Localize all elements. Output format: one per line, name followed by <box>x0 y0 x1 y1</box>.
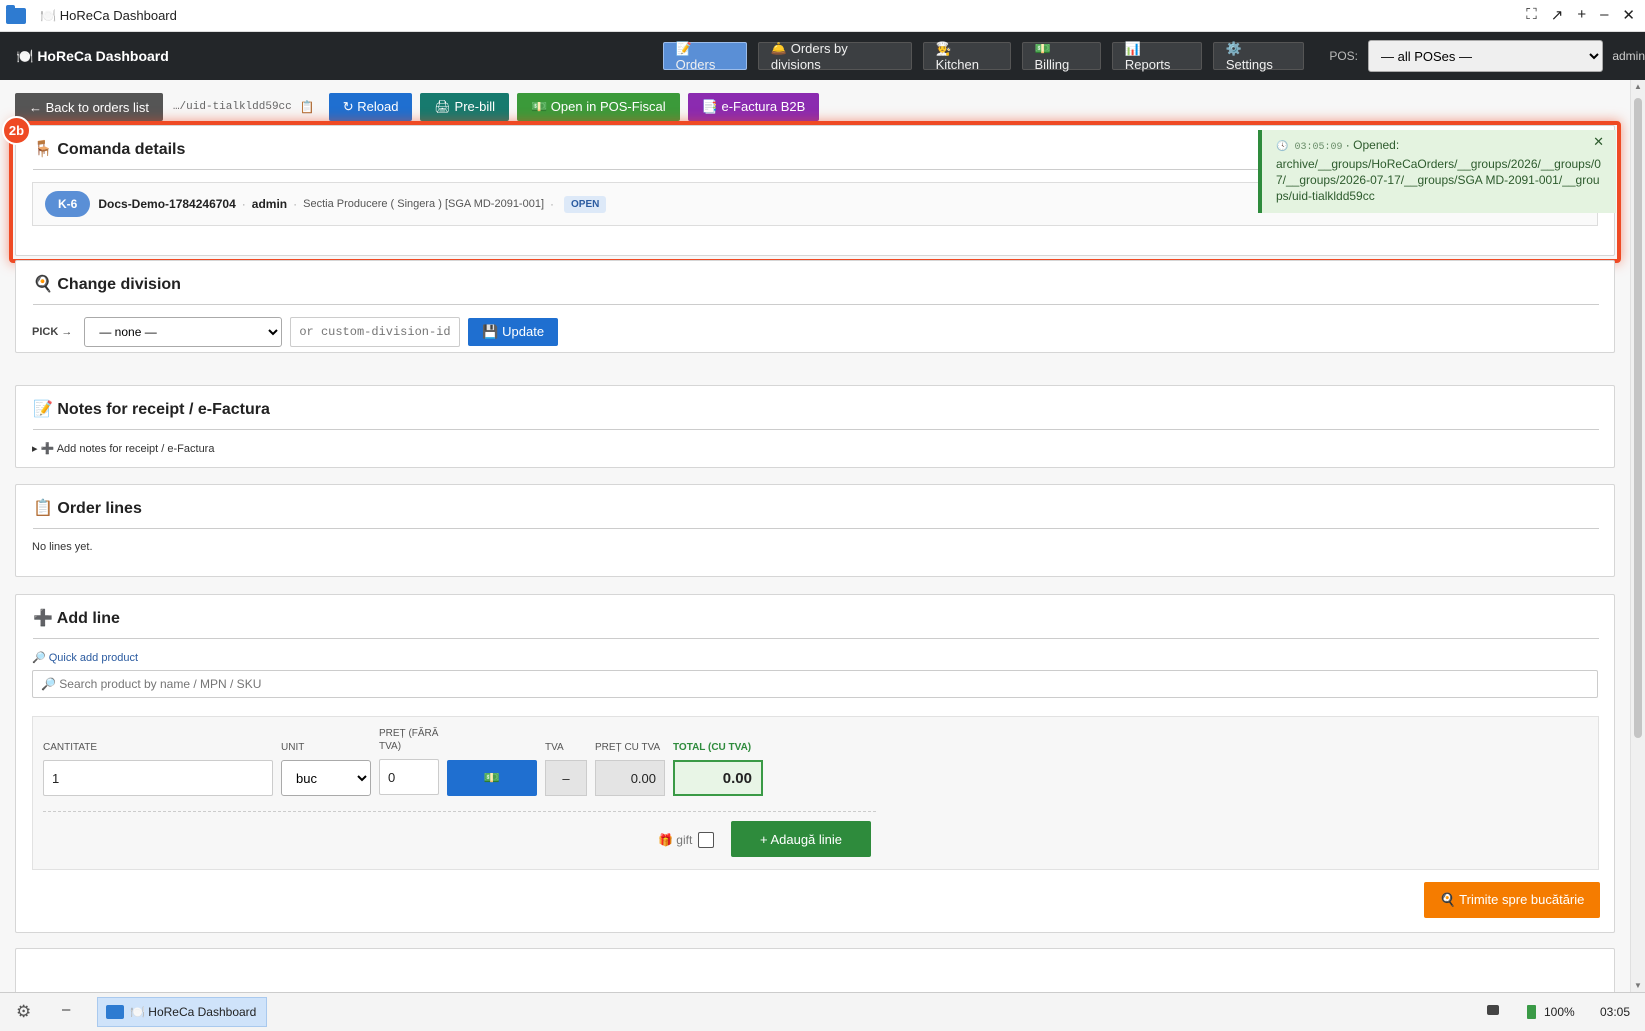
minimize-all-icon[interactable]: – <box>62 1001 70 1018</box>
pos-fiscal-button[interactable]: 💵 Open in POS-Fiscal <box>517 93 680 121</box>
brand: 🍽️ HoReCa Dashboard <box>16 47 169 64</box>
toast-time: 🕓 03:05:09 <box>1276 142 1343 153</box>
network-icon[interactable] <box>1487 1005 1499 1015</box>
price-tva-label: PREȚ CU TVA <box>595 742 661 753</box>
taskbar-app-button[interactable]: 🍽️ HoReCa Dashboard <box>97 997 267 1027</box>
nav-settings[interactable]: ⚙️ Settings <box>1212 41 1305 72</box>
window-titlebar: 🍽️ HoReCa Dashboard ⛶ ↗ + – ✕ <box>0 0 1645 32</box>
clipboard-icon[interactable]: 📋 <box>300 100 315 114</box>
user-name: admin <box>1612 49 1645 63</box>
window-title: 🍽️ HoReCa Dashboard <box>40 7 177 23</box>
folder-icon <box>106 1005 124 1019</box>
division-select[interactable]: — none — <box>84 317 283 347</box>
product-search-input[interactable] <box>32 670 1598 698</box>
notes-panel: 📝 Notes for receipt / e-Factura ▸ ➕ Add … <box>15 385 1615 468</box>
pos-select[interactable]: — all POSes — <box>1368 40 1604 72</box>
close-icon[interactable]: ✕ <box>1593 134 1604 150</box>
price-input[interactable] <box>379 759 439 795</box>
scrollbar-thumb[interactable] <box>1634 98 1642 738</box>
notes-title: 📝 Notes for receipt / e-Factura <box>33 399 1599 430</box>
total-label: TOTAL (CU TVA) <box>673 742 752 753</box>
scrollbar[interactable]: ▲ ▼ <box>1630 80 1645 992</box>
clock: 03:05 <box>1600 1005 1631 1019</box>
scroll-up-icon[interactable]: ▲ <box>1634 82 1642 91</box>
toast-notification: 🕓 03:05:09 · Opened: archive/__groups/Ho… <box>1258 130 1616 213</box>
gift-checkbox[interactable] <box>698 832 715 848</box>
back-button[interactable]: ← Back to orders list <box>15 93 163 121</box>
add-notes-toggle[interactable]: ▸ ➕ Add notes for receipt / e-Factura <box>32 442 1598 455</box>
add-line-button[interactable]: + Adaugă linie <box>731 821 871 857</box>
nav-billing[interactable]: 💵 Billing <box>1021 41 1101 72</box>
quantity-input[interactable] <box>43 760 273 796</box>
prebill-button[interactable]: 🖨 Pre-bill <box>420 93 509 121</box>
gift-label: 🎁 gift <box>658 833 693 847</box>
toast-label: Opened: <box>1353 138 1400 152</box>
gear-icon[interactable]: ⚙ <box>16 1002 31 1022</box>
change-division-panel: 🍳 Change division PICK → — none — 💾 Upda… <box>15 260 1615 353</box>
step-badge: 2b <box>2 116 31 145</box>
divider <box>43 811 876 812</box>
pick-label: PICK → <box>32 326 73 338</box>
nav-orders-by-divisions[interactable]: 🛎️ Orders by divisions <box>757 41 912 72</box>
fullscreen-icon[interactable]: ⛶ <box>1526 6 1537 24</box>
action-bar: ← Back to orders list …/uid-tialkldd59cc… <box>15 93 820 121</box>
add-line-panel: ➕ Add line 🔎 Quick add product CANTITATE… <box>15 594 1615 933</box>
restore-icon[interactable]: ↗ <box>1551 6 1564 24</box>
custom-division-input[interactable] <box>290 317 461 347</box>
nav-reports[interactable]: 📊 Reports <box>1111 41 1202 72</box>
update-button[interactable]: 💾 Update <box>468 318 559 346</box>
next-panel <box>15 948 1615 992</box>
unit-select[interactable]: buc <box>281 760 371 796</box>
tva-value: – <box>545 760 587 796</box>
price-mode-button[interactable]: 💵 <box>447 760 537 796</box>
unit-label: UNIT <box>281 742 305 753</box>
taskbar: ⚙ – 🍽️ HoReCa Dashboard 100% 03:05 <box>0 992 1645 1031</box>
price-label: PREȚ (FĂRĂ TVA) <box>379 728 439 752</box>
battery-percent: 100% <box>1544 1005 1575 1019</box>
uid-breadcrumb: …/uid-tialkldd59cc <box>172 101 292 113</box>
efactura-button[interactable]: 📑 e-Factura B2B <box>687 93 820 121</box>
app-header: 🍽️ HoReCa Dashboard 📝 Orders 🛎️ Orders b… <box>0 32 1645 80</box>
line-form: CANTITATE UNIT buc PREȚ (FĂRĂ TVA) 💵 TVA… <box>32 716 1599 870</box>
send-to-kitchen-button[interactable]: 🍳 Trimite spre bucătărie <box>1424 882 1600 918</box>
minimize-icon[interactable]: – <box>1600 6 1608 24</box>
taskbar-app-label: 🍽️ HoReCa Dashboard <box>130 1005 257 1019</box>
change-division-title: 🍳 Change division <box>33 274 1599 305</box>
total-value: 0.00 <box>673 760 763 796</box>
main-content: ← Back to orders list …/uid-tialkldd59cc… <box>0 80 1630 992</box>
order-lines-panel: 📋 Order lines No lines yet. <box>15 484 1615 577</box>
nav-kitchen[interactable]: 🧑‍🍳 Kitchen <box>922 41 1011 72</box>
add-line-title: ➕ Add line <box>33 608 1599 639</box>
price-tva-value: 0.00 <box>595 760 665 796</box>
pos-label: POS: <box>1329 49 1358 63</box>
tva-label: TVA <box>545 742 564 753</box>
empty-lines-text: No lines yet. <box>32 541 93 553</box>
battery-icon[interactable] <box>1527 1005 1536 1019</box>
order-lines-title: 📋 Order lines <box>33 498 1599 529</box>
qty-label: CANTITATE <box>43 742 98 753</box>
nav-orders[interactable]: 📝 Orders <box>662 41 747 72</box>
scroll-down-icon[interactable]: ▼ <box>1634 981 1642 990</box>
maximize-icon[interactable]: + <box>1577 6 1586 24</box>
window-controls: ⛶ ↗ + – ✕ <box>1526 6 1635 24</box>
toast-path: archive/__groups/HoReCaOrders/__groups/2… <box>1276 157 1601 203</box>
reload-button[interactable]: ↻ Reload <box>328 93 413 121</box>
folder-icon <box>6 4 26 24</box>
close-icon[interactable]: ✕ <box>1622 6 1635 24</box>
quick-add-label: 🔎 Quick add product <box>32 652 139 664</box>
